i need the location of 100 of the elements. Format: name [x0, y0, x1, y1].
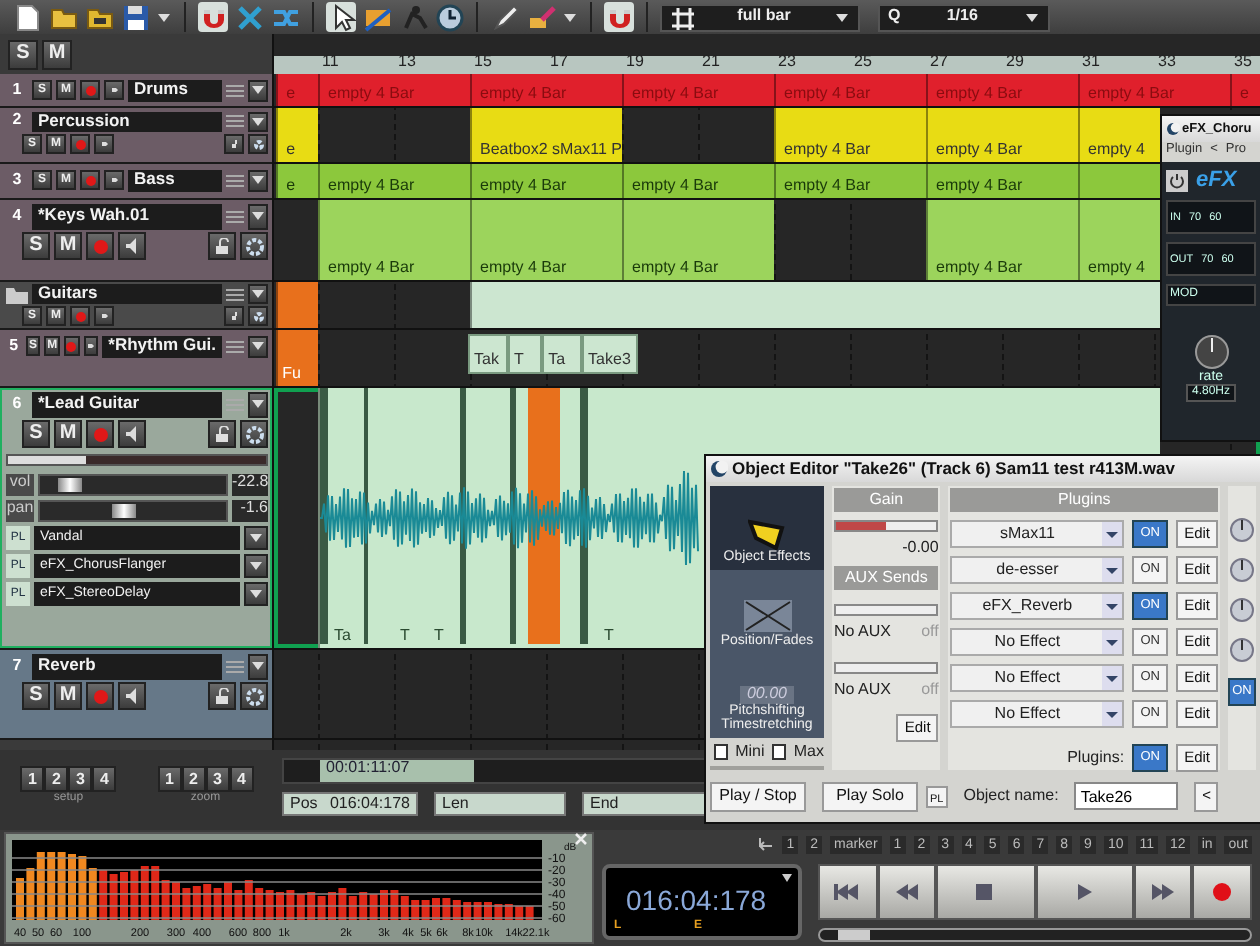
- caret-icon[interactable]: [782, 874, 792, 882]
- monitor-button[interactable]: [118, 232, 146, 260]
- checkbox[interactable]: [714, 744, 728, 760]
- caret-icon[interactable]: [562, 9, 578, 25]
- clip[interactable]: empty 4: [1078, 200, 1160, 280]
- clip[interactable]: [470, 282, 1160, 328]
- setup-preset-button[interactable]: 3: [68, 766, 93, 792]
- clip[interactable]: empty 4 Bar: [926, 108, 1078, 162]
- settings-button[interactable]: [248, 134, 268, 154]
- clip[interactable]: empty 4 Bar: [318, 164, 470, 198]
- header-mute-button[interactable]: M: [42, 39, 72, 69]
- dropdown-button[interactable]: [248, 111, 268, 131]
- lock-button[interactable]: [224, 306, 244, 326]
- track-name[interactable]: Reverb: [32, 653, 222, 679]
- timeline-scroll-thumb[interactable]: 00:01:11:07: [320, 760, 474, 782]
- position-field[interactable]: Pos 016:04:178: [282, 792, 418, 816]
- position-slider[interactable]: [818, 928, 1252, 942]
- length-field[interactable]: Len: [434, 792, 566, 816]
- monitor-button[interactable]: [94, 306, 114, 326]
- record-button[interactable]: [1192, 864, 1252, 920]
- grid-dropdown[interactable]: full bar: [660, 3, 860, 31]
- track-name[interactable]: *Keys Wah.01: [32, 203, 222, 229]
- rewind-button[interactable]: [877, 864, 937, 920]
- settings-button[interactable]: [240, 682, 268, 710]
- dropdown-button[interactable]: [248, 335, 268, 357]
- clip[interactable]: empty 4 Bar: [926, 200, 1078, 280]
- track-name[interactable]: *Rhythm Gui.: [102, 335, 222, 357]
- dropdown-button[interactable]: [248, 79, 268, 101]
- plugin-dropdown[interactable]: sMax11: [950, 520, 1125, 548]
- clip[interactable]: Take3: [582, 334, 638, 374]
- clock-icon[interactable]: [435, 3, 463, 31]
- solo-button[interactable]: S: [22, 232, 50, 260]
- monitor-button[interactable]: [118, 420, 146, 448]
- return-arrow-icon[interactable]: [756, 836, 775, 852]
- clip[interactable]: empty 4 Bar: [318, 200, 470, 280]
- clip[interactable]: e: [276, 164, 318, 198]
- slider-thumb[interactable]: [111, 503, 136, 517]
- plugin-dropdown[interactable]: No Effect: [950, 700, 1125, 728]
- caret-icon[interactable]: [156, 9, 172, 25]
- solo-button[interactable]: S: [22, 682, 50, 710]
- header-solo-button[interactable]: S: [8, 39, 38, 69]
- solo-button[interactable]: S: [22, 420, 50, 448]
- track-name[interactable]: Drums: [128, 79, 222, 101]
- dropdown-button[interactable]: [248, 653, 268, 679]
- settings-button[interactable]: [240, 420, 268, 448]
- plugin-dropdown[interactable]: de-esser: [950, 556, 1125, 584]
- clip[interactable]: [276, 282, 318, 328]
- mute-button[interactable]: M: [54, 420, 82, 448]
- track-name[interactable]: *Lead Guitar: [32, 391, 222, 417]
- clip[interactable]: T: [508, 334, 543, 374]
- object-name-field[interactable]: Take26: [1074, 782, 1179, 810]
- checkbox[interactable]: [772, 744, 786, 760]
- clip[interactable]: empty 4 Bar: [622, 200, 774, 280]
- setup-preset-button[interactable]: 1: [20, 766, 45, 792]
- slider-track[interactable]: [38, 473, 228, 495]
- lock-button[interactable]: [208, 232, 236, 260]
- clip[interactable]: empty 4: [1078, 108, 1160, 162]
- play-solo-button[interactable]: Play Solo: [822, 781, 918, 811]
- clip[interactable]: empty 4 Bar: [926, 164, 1078, 198]
- plugin-dropdown[interactable]: No Effect: [950, 664, 1125, 692]
- dropdown-button[interactable]: [248, 284, 268, 304]
- folder-icon[interactable]: [85, 3, 113, 31]
- stop-button[interactable]: [936, 864, 1035, 920]
- lock-button[interactable]: [224, 134, 244, 154]
- play-button[interactable]: [1035, 864, 1134, 920]
- range-tool-icon[interactable]: [363, 3, 391, 31]
- clip[interactable]: empty 4 Bar: [622, 164, 774, 198]
- track-name[interactable]: Bass: [128, 169, 222, 191]
- clip[interactable]: Tak: [468, 334, 508, 374]
- fast-forward-button[interactable]: [1133, 864, 1193, 920]
- lock-button[interactable]: [208, 682, 236, 710]
- dropdown-button[interactable]: [244, 525, 268, 549]
- quantize-dropdown[interactable]: Q 1/16: [878, 3, 1050, 31]
- clip[interactable]: empty 4 Bar: [470, 164, 622, 198]
- power-icon[interactable]: [1166, 169, 1188, 192]
- setup-preset-button[interactable]: 2: [44, 766, 69, 792]
- mute-button[interactable]: M: [54, 682, 82, 710]
- clip[interactable]: empty 4 Bar: [774, 108, 926, 162]
- zoom-preset-button[interactable]: 3: [205, 766, 230, 792]
- clip[interactable]: [1078, 164, 1160, 198]
- dropdown-button[interactable]: [244, 581, 268, 605]
- track-name[interactable]: Percussion: [32, 111, 222, 131]
- close-icon[interactable]: [574, 832, 588, 846]
- clip[interactable]: e: [276, 108, 318, 162]
- slider-track[interactable]: [38, 499, 228, 521]
- play-stop-button[interactable]: Play / Stop: [710, 781, 806, 811]
- monitor-button[interactable]: [83, 336, 99, 356]
- lock-button[interactable]: [208, 420, 236, 448]
- mute-button[interactable]: M: [54, 232, 82, 260]
- settings-button[interactable]: [240, 232, 268, 260]
- zoom-preset-button[interactable]: 4: [229, 766, 254, 792]
- zoom-preset-button[interactable]: 1: [157, 766, 182, 792]
- slider-thumb[interactable]: [58, 477, 83, 491]
- settings-button[interactable]: [248, 306, 268, 326]
- setup-preset-button[interactable]: 4: [92, 766, 117, 792]
- dropdown-button[interactable]: [248, 391, 268, 417]
- monitor-button[interactable]: [94, 134, 114, 154]
- track-header[interactable]: 4 *Keys Wah.01 S M: [0, 200, 272, 282]
- clip[interactable]: empty 4 Bar: [470, 200, 622, 280]
- dropdown-button[interactable]: [244, 553, 268, 577]
